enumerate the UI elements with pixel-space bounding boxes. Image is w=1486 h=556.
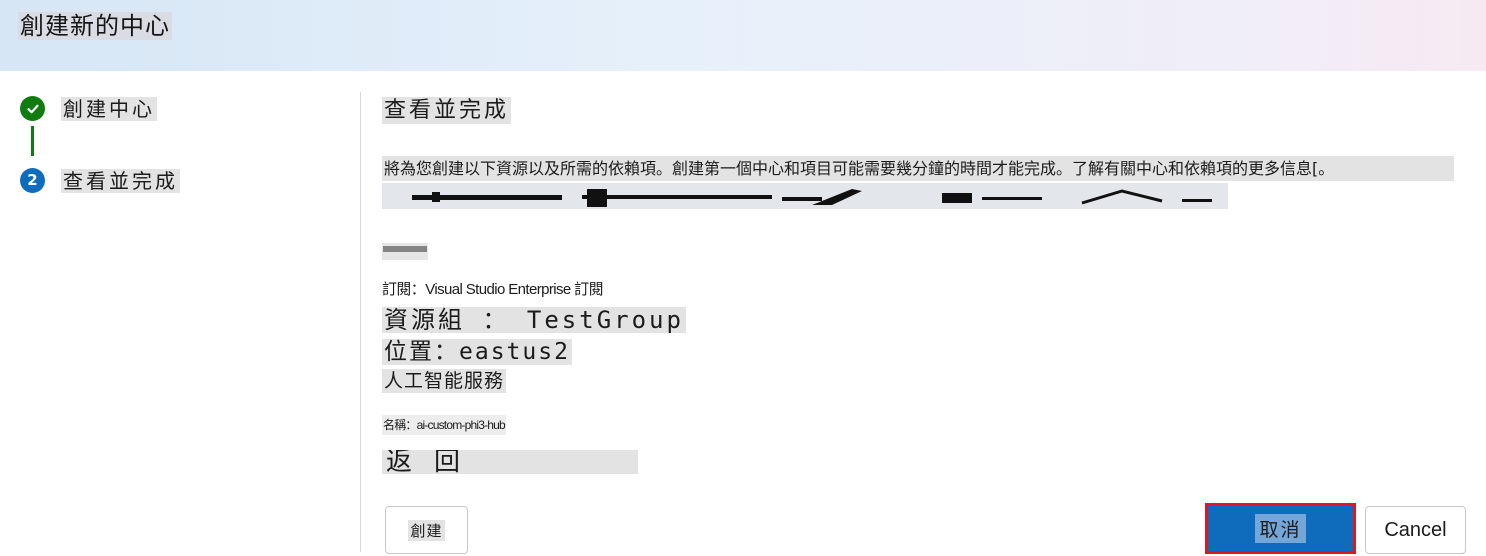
tiny-label (382, 243, 428, 260)
resource-group-value: 資源組 ： TestGroup (382, 306, 686, 334)
cancel-button[interactable]: Cancel (1365, 506, 1466, 554)
create-button-label: 創建 (408, 519, 445, 541)
dialog-title: 創建新的中心 (18, 12, 172, 40)
back-link[interactable]: 返回 (382, 450, 638, 474)
section-title: 查看並完成 (382, 97, 512, 124)
dialog-header: 創建新的中心 (0, 0, 1486, 71)
step-number-badge: 2 (20, 168, 45, 193)
subscription-value: 訂閱：Visual Studio Enterprise 訂閱 (382, 281, 604, 298)
step-create-hub[interactable]: 創建中心 (20, 96, 157, 121)
redacted-text-strip (382, 183, 1228, 209)
cancel-primary-button[interactable]: 取消 (1205, 503, 1356, 554)
cancel-primary-label: 取消 (1255, 514, 1306, 543)
hub-name-value: 名稱：ai-custom-phi3-hub (382, 415, 506, 435)
step-label: 查看並完成 (61, 168, 180, 193)
ai-services-heading: 人工智能服務 (382, 369, 507, 393)
sidebar-divider (360, 92, 361, 552)
location-value: 位置：eastus2 (382, 339, 572, 365)
step-review-finish[interactable]: 2 查看並完成 (20, 168, 180, 193)
description-text: 將為您創建以下資源以及所需的依賴項。創建第一個中心和項目可能需要幾分鐘的時間才能… (382, 156, 1454, 181)
create-button[interactable]: 創建 (385, 506, 468, 554)
step-label: 創建中心 (61, 96, 157, 121)
step-connector (31, 126, 34, 156)
checkmark-icon (20, 96, 45, 121)
